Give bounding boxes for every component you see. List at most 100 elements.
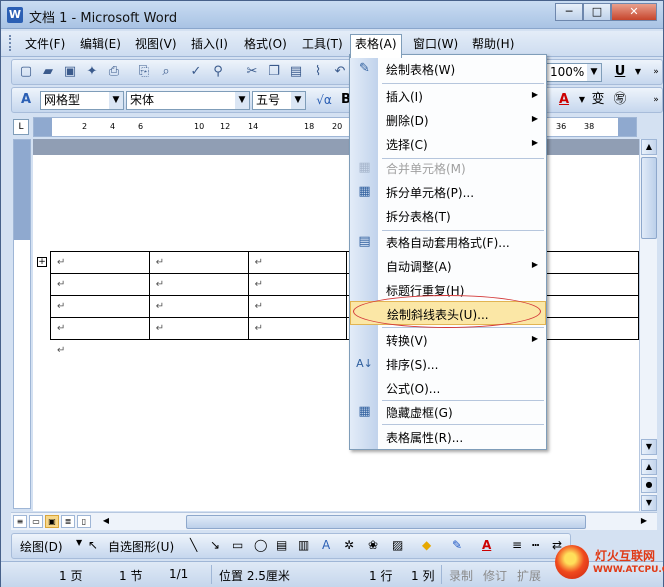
- table-cell[interactable]: ↵: [50, 295, 150, 318]
- permission-icon[interactable]: ✦: [84, 64, 100, 80]
- tab-selector[interactable]: L: [13, 119, 29, 135]
- menu-item-autofit[interactable]: 自动调整(A) ▶: [350, 254, 546, 278]
- new-document-icon[interactable]: ▢: [18, 64, 34, 80]
- menu-view[interactable]: 视图(V): [131, 35, 181, 54]
- print-icon[interactable]: ⎙: [106, 64, 122, 80]
- menubar-grip[interactable]: [9, 35, 13, 51]
- chevron-down-icon[interactable]: ▼: [109, 92, 123, 109]
- scroll-down-icon[interactable]: ▼: [641, 439, 657, 455]
- line-icon[interactable]: ╲: [190, 538, 197, 552]
- dash-style-icon[interactable]: ┅: [532, 538, 539, 552]
- menu-help[interactable]: 帮助(H): [468, 35, 518, 54]
- scroll-left-icon[interactable]: ◀: [99, 515, 113, 528]
- menu-item-split-cells[interactable]: ▦ 拆分单元格(P)...: [350, 180, 546, 204]
- menu-item-delete[interactable]: 删除(D) ▶: [350, 108, 546, 132]
- arrow-icon[interactable]: ↘: [210, 538, 220, 552]
- document-page[interactable]: + ↵ ↵ ↵ ↵ ↵ ↵ ↵ ↵ ↵ ↵ ↵ ↵ ↵: [33, 155, 639, 511]
- table-cell[interactable]: ↵: [247, 295, 348, 318]
- menu-item-insert[interactable]: 插入(I) ▶: [350, 84, 546, 108]
- minimize-button[interactable]: ─: [555, 3, 583, 21]
- toolbar-options-icon[interactable]: »: [648, 64, 664, 80]
- table-move-handle[interactable]: +: [37, 257, 47, 267]
- menu-table[interactable]: 表格(A): [350, 34, 402, 58]
- phonetic-guide-icon[interactable]: 变: [590, 92, 606, 108]
- normal-view-icon[interactable]: ≡: [13, 515, 27, 528]
- menu-item-table-properties[interactable]: 表格属性(R)...: [350, 425, 546, 449]
- clip-art-icon[interactable]: ❀: [368, 538, 378, 552]
- table-cell[interactable]: ↵: [247, 273, 348, 296]
- menu-tools[interactable]: 工具(T): [298, 35, 347, 54]
- status-record[interactable]: 录制: [449, 567, 473, 584]
- equation-icon[interactable]: √α: [312, 92, 336, 108]
- horizontal-scroll-thumb[interactable]: [186, 515, 586, 529]
- table-cell[interactable]: ↵: [247, 251, 348, 274]
- paste-icon[interactable]: ▤: [288, 64, 304, 80]
- styles-pane-icon[interactable]: A: [18, 92, 34, 108]
- word-app-icon[interactable]: W: [7, 7, 23, 23]
- print-layout-icon[interactable]: ▣: [45, 515, 59, 528]
- oval-icon[interactable]: ◯: [254, 538, 267, 552]
- rectangle-icon[interactable]: ▭: [232, 538, 243, 552]
- table-cell[interactable]: ↵: [247, 317, 348, 340]
- menu-window[interactable]: 窗口(W): [409, 35, 462, 54]
- wordart-icon[interactable]: A: [322, 538, 330, 552]
- web-view-icon[interactable]: ▭: [29, 515, 43, 528]
- font-select[interactable]: 宋体 ▼: [126, 91, 250, 110]
- reading-view-icon[interactable]: ▯: [77, 515, 91, 528]
- table-cell[interactable]: ↵: [50, 251, 150, 274]
- menu-item-autoformat[interactable]: ▤ 表格自动套用格式(F)...: [350, 230, 546, 254]
- font-size-select[interactable]: 五号 ▼: [252, 91, 306, 110]
- enclose-character-icon[interactable]: ㊢: [612, 92, 628, 108]
- maximize-button[interactable]: □: [583, 3, 611, 21]
- menu-edit[interactable]: 编辑(E): [76, 35, 125, 54]
- menu-item-formula[interactable]: 公式(O)...: [350, 376, 546, 400]
- scroll-right-icon[interactable]: ▶: [637, 515, 651, 528]
- chevron-down-icon[interactable]: ▼: [235, 92, 249, 109]
- menu-item-split-table[interactable]: 拆分表格(T): [350, 204, 546, 228]
- picture-icon[interactable]: ▨: [392, 538, 403, 552]
- horizontal-scrollbar[interactable]: ≡ ▭ ▣ ≣ ▯ ◀ ▶: [11, 512, 657, 530]
- chevron-down-icon[interactable]: ▼: [630, 64, 646, 80]
- underline-button[interactable]: U: [612, 64, 628, 80]
- save-icon[interactable]: ▣: [62, 64, 78, 80]
- zoom-select[interactable]: 100% ▼: [546, 63, 602, 82]
- line-style-icon[interactable]: ≡: [512, 538, 522, 552]
- style-select[interactable]: 网格型 ▼: [40, 91, 124, 110]
- vertical-ruler[interactable]: [13, 139, 31, 509]
- status-extend[interactable]: 扩展: [517, 567, 541, 584]
- vertical-scrollbar[interactable]: ▲ ▼ ▲ ● ▼: [639, 139, 657, 511]
- vertical-scroll-thumb[interactable]: [641, 157, 657, 239]
- autoshapes-button[interactable]: 自选图形(U): [108, 538, 174, 555]
- preview-search-icon[interactable]: ⌕: [158, 64, 174, 80]
- chevron-down-icon[interactable]: ▼: [76, 538, 82, 547]
- line-color-icon[interactable]: ✎: [452, 538, 462, 552]
- table-cell[interactable]: ↵: [50, 273, 150, 296]
- menu-insert[interactable]: 插入(I): [187, 35, 232, 54]
- research-icon[interactable]: ⚲: [210, 64, 226, 80]
- menu-format[interactable]: 格式(O): [240, 35, 291, 54]
- scroll-up-icon[interactable]: ▲: [641, 139, 657, 155]
- document-table[interactable]: ↵ ↵ ↵ ↵ ↵ ↵ ↵ ↵ ↵ ↵ ↵ ↵ ↵: [50, 251, 639, 340]
- status-track-changes[interactable]: 修订: [483, 567, 507, 584]
- open-icon[interactable]: ▰: [40, 64, 56, 80]
- font-color-icon[interactable]: A: [556, 92, 572, 108]
- spelling-icon[interactable]: ✓: [188, 64, 204, 80]
- font-color-icon[interactable]: A: [482, 538, 491, 552]
- close-button[interactable]: ✕: [611, 3, 657, 21]
- draw-menu-button[interactable]: 绘图(D): [20, 538, 63, 555]
- print-preview-icon[interactable]: ⎘: [136, 64, 152, 80]
- previous-page-icon[interactable]: ▲: [641, 459, 657, 475]
- vertical-text-box-icon[interactable]: ▥: [298, 538, 309, 552]
- table-cell[interactable]: ↵: [148, 251, 249, 274]
- menu-item-convert[interactable]: 转换(V) ▶: [350, 328, 546, 352]
- menu-item-hide-gridlines[interactable]: ▦ 隐藏虚框(G): [350, 400, 546, 424]
- toolbar-options-icon[interactable]: »: [648, 92, 664, 108]
- text-box-icon[interactable]: ▤: [276, 538, 287, 552]
- select-objects-icon[interactable]: ↖: [88, 538, 98, 552]
- chevron-down-icon[interactable]: ▼: [574, 92, 590, 108]
- menu-file[interactable]: 文件(F): [21, 35, 69, 54]
- diagram-icon[interactable]: ✲: [344, 538, 354, 552]
- table-cell[interactable]: ↵: [50, 317, 150, 340]
- menu-item-draw-table[interactable]: ✎ 绘制表格(W): [350, 57, 546, 81]
- menu-item-sort[interactable]: A↓ 排序(S)...: [350, 352, 546, 376]
